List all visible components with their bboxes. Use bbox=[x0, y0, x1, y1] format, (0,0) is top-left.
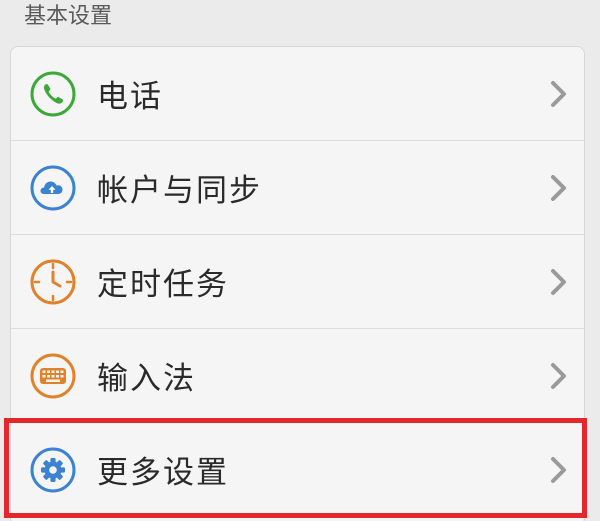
chevron-right-icon bbox=[548, 362, 570, 390]
chevron-right-icon bbox=[548, 456, 570, 484]
chevron-right-icon bbox=[548, 268, 570, 296]
settings-item-label: 输入法 bbox=[97, 361, 196, 397]
settings-item-scheduled-tasks[interactable]: 定时任务 bbox=[11, 235, 584, 328]
section-header: 基本设置 bbox=[24, 4, 113, 29]
settings-item-label: 帐户与同步 bbox=[97, 173, 262, 209]
settings-item-label: 更多设置 bbox=[97, 455, 229, 491]
settings-item-more-settings[interactable]: 更多设置 bbox=[11, 423, 584, 516]
chevron-right-icon bbox=[548, 80, 570, 108]
clock-icon bbox=[29, 258, 77, 306]
settings-page: 基本设置 电话 帐户与同步 定时任务 输入法 更多设置 bbox=[0, 0, 600, 521]
settings-item-label: 电话 bbox=[97, 79, 163, 115]
settings-item-label: 定时任务 bbox=[97, 267, 229, 303]
gear-icon bbox=[29, 446, 77, 494]
cloud-upload-icon bbox=[29, 164, 77, 212]
settings-item-phone[interactable]: 电话 bbox=[11, 47, 584, 140]
chevron-right-icon bbox=[548, 174, 570, 202]
settings-item-accounts-sync[interactable]: 帐户与同步 bbox=[11, 141, 584, 234]
settings-item-input-method[interactable]: 输入法 bbox=[11, 329, 584, 422]
keyboard-icon bbox=[29, 352, 77, 400]
phone-icon bbox=[29, 70, 77, 118]
settings-list: 电话 帐户与同步 定时任务 输入法 更多设置 bbox=[10, 46, 585, 521]
